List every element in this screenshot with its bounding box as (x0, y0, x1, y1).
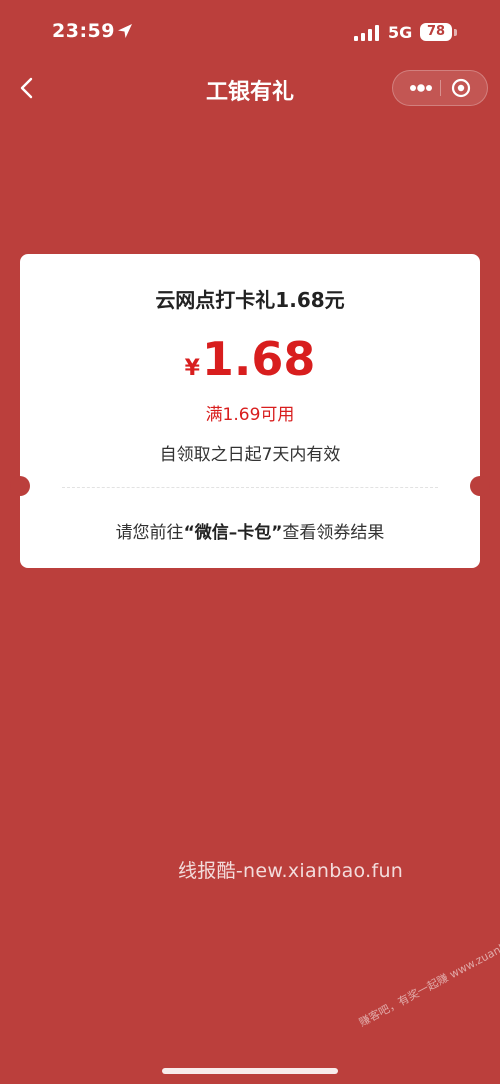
notice-suffix: 查看领券结果 (282, 523, 385, 543)
battery-level: 78 (420, 23, 452, 41)
coupon-amount: ¥1.68 (20, 332, 480, 386)
currency-symbol: ¥ (184, 356, 200, 381)
miniprogram-capsule (392, 70, 488, 106)
network-type: 5G (388, 23, 413, 42)
coupon-title: 云网点打卡礼1.68元 (155, 288, 345, 312)
more-dots-icon[interactable] (403, 71, 439, 105)
signal-bars-icon (354, 25, 379, 41)
corner-watermark: 赚客吧，有奖一起赚 www.zuanke8.com (356, 921, 500, 1030)
notice-highlight: “微信–卡包” (183, 523, 283, 543)
coupon-card: 云网点打卡礼1.68元 ¥1.68 满1.69可用 自领取之日起7天内有效 请您… (10, 254, 490, 568)
ticket-notch-left (10, 476, 30, 496)
coupon-validity: 自领取之日起7天内有效 (159, 445, 341, 465)
capsule-divider (440, 80, 441, 96)
claim-notice: 请您前往“微信–卡包”查看领券结果 (20, 518, 480, 543)
amount-value: 1.68 (201, 332, 316, 386)
ticket-divider (62, 487, 438, 488)
location-arrow-icon (118, 24, 132, 38)
battery-tip (454, 29, 457, 36)
home-indicator[interactable] (162, 1068, 338, 1074)
screen: { "status_bar": { "time": "23:59", "netw… (0, 0, 500, 1084)
ticket-notch-right (470, 476, 490, 496)
status-time: 23:59 (52, 20, 115, 42)
close-circle-icon[interactable] (449, 77, 473, 99)
coupon-condition: 满1.69可用 (205, 405, 295, 425)
status-bar: 23:59 5G 78 (0, 0, 500, 60)
notice-prefix: 请您前往 (115, 523, 184, 543)
watermark-text: 线报酷-new.xianbao.fun (178, 860, 404, 882)
